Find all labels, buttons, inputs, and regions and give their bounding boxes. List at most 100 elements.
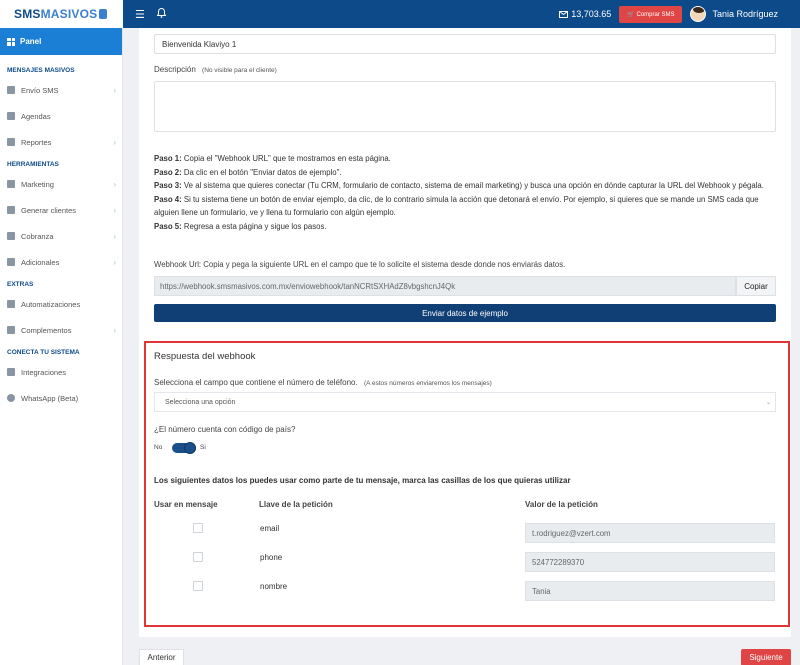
- request-value-text: 524772289370: [532, 557, 585, 567]
- sidebar-item-complementos[interactable]: Complementos ›: [0, 317, 122, 343]
- step-5: Paso 5: Regresa a esta página y sigue lo…: [154, 220, 776, 234]
- avatar[interactable]: [690, 6, 707, 22]
- top-bar: SMS MASIVOS ☰ 13,703.65 🛒 Comprar SMS Tan…: [0, 0, 800, 28]
- phone-field-label: Selecciona el campo que contiene el núme…: [154, 378, 358, 387]
- request-value-text: t.rodriguez@vzert.com: [532, 528, 611, 538]
- next-button[interactable]: Siguiente: [741, 649, 791, 665]
- bar-chart-icon: [7, 180, 15, 188]
- chevron-right-icon: ›: [113, 179, 116, 189]
- webhook-url-value: https://webhook.smsmasivos.com.mx/enviow…: [160, 281, 456, 291]
- chevron-right-icon: ›: [113, 325, 116, 335]
- use-checkbox-email[interactable]: [193, 523, 203, 533]
- section-extras: EXTRAS: [7, 280, 34, 288]
- chevron-right-icon: ›: [113, 85, 116, 95]
- previous-button[interactable]: Anterior: [139, 649, 184, 665]
- user-name[interactable]: Tania Rodríguez: [712, 9, 778, 19]
- step-text: Ve al sistema que quieres conectar (Tu C…: [181, 181, 764, 190]
- step-1: Paso 1: Copia el "Webhook URL" que te mo…: [154, 152, 776, 166]
- menu-icon[interactable]: ☰: [135, 8, 145, 21]
- sidebar-item-reportes[interactable]: Reportes ›: [0, 129, 122, 155]
- step-3: Paso 3: Ve al sistema que quieres conect…: [154, 179, 776, 193]
- section-mensajes: MENSAJES MASIVOS: [7, 66, 75, 74]
- description-note: (No visible para el cliente): [202, 67, 277, 74]
- use-checkbox-nombre[interactable]: [193, 581, 203, 591]
- sidebar-item-cobranza[interactable]: Cobranza ›: [0, 223, 122, 249]
- step-label: Paso 3:: [154, 181, 182, 190]
- phone-field-note: (A estos números enviaremos los mensajes…: [363, 380, 492, 387]
- webhook-url-input[interactable]: https://webhook.smsmasivos.com.mx/enviow…: [154, 276, 736, 296]
- section-herramientas: HERRAMIENTAS: [7, 160, 59, 168]
- description-label-row: Descripción (No visible para el cliente): [154, 65, 277, 74]
- sidebar-item-generar[interactable]: Generar clientes ›: [0, 197, 122, 223]
- sidebar-item-label: Agendas: [21, 111, 51, 121]
- name-input[interactable]: Bienvenida Klaviyo 1: [154, 34, 776, 54]
- phone-field-select[interactable]: Selecciona una opción ⌄: [154, 392, 776, 412]
- sidebar-item-automatizaciones[interactable]: Automatizaciones: [0, 291, 122, 317]
- sidebar-item-integraciones[interactable]: Integraciones: [0, 359, 122, 385]
- funnel-icon: [7, 206, 15, 214]
- sidebar-item-label: Panel: [20, 37, 42, 46]
- step-text: Regresa a esta página y sigue los pasos.: [181, 221, 327, 231]
- phone-field-label-row: Selecciona el campo que contiene el núme…: [154, 378, 492, 387]
- book-icon: [7, 112, 15, 120]
- send-sample-button[interactable]: Enviar datos de ejemplo: [154, 304, 776, 322]
- sidebar-item-label: Automatizaciones: [21, 299, 81, 309]
- column-header-value: Valor de la petición: [525, 500, 598, 509]
- whatsapp-icon: [7, 394, 15, 402]
- step-text: Copia el "Webhook URL" que te mostramos …: [181, 154, 391, 163]
- response-title: Respuesta del webhook: [154, 351, 256, 362]
- request-key: nombre: [260, 582, 288, 591]
- logo-sms-text: SMS: [14, 7, 41, 21]
- chevron-right-icon: ›: [113, 257, 116, 267]
- copy-button[interactable]: Copiar: [736, 276, 776, 296]
- sidebar-item-label: Envío SMS: [21, 85, 59, 95]
- use-checkbox-phone[interactable]: [193, 552, 203, 562]
- country-code-label: ¿El número cuenta con código de país?: [154, 425, 296, 434]
- logo[interactable]: SMS MASIVOS: [0, 0, 123, 28]
- report-icon: [7, 138, 15, 146]
- gear-icon: [7, 368, 15, 376]
- webhook-url-label: Webhook Url: Copia y pega la siguiente U…: [154, 260, 566, 269]
- toggle-yes-label: Si: [200, 444, 206, 451]
- name-input-value: Bienvenida Klaviyo 1: [162, 39, 237, 49]
- logo-masivos-text: MASIVOS: [40, 7, 98, 21]
- toggle-knob: [184, 442, 196, 454]
- webhook-response-section: Respuesta del webhook Selecciona el camp…: [144, 341, 790, 627]
- instructions: Paso 1: Copia el "Webhook URL" que te mo…: [154, 152, 776, 233]
- buy-sms-label: Comprar SMS: [636, 11, 675, 18]
- step-label: Paso 5:: [154, 221, 182, 231]
- flow-icon: [7, 300, 15, 308]
- message-icon: [7, 86, 15, 94]
- sidebar-item-whatsapp[interactable]: WhatsApp (Beta): [0, 385, 122, 411]
- sidebar-item-envio[interactable]: Envío SMS ›: [0, 77, 122, 103]
- chevron-down-icon: ⌄: [765, 399, 771, 406]
- sidebar-item-label: Integraciones: [21, 367, 67, 377]
- country-code-toggle[interactable]: [172, 442, 196, 454]
- sidebar-item-marketing[interactable]: Marketing ›: [0, 171, 122, 197]
- sidebar-item-adicionales[interactable]: Adicionales ›: [0, 249, 122, 275]
- sidebar-item-label: Generar clientes: [21, 205, 77, 215]
- money-icon: [7, 232, 15, 240]
- phone-field-select-value: Selecciona una opción: [165, 398, 236, 406]
- column-header-key: Llave de la petición: [259, 500, 333, 509]
- data-info-text: Los siguientes datos los puedes usar com…: [154, 476, 571, 485]
- step-text: Si tu sistema tiene un botón de enviar e…: [154, 194, 759, 218]
- request-value-text: Tania: [532, 586, 551, 596]
- section-conecta: CONECTA TU SISTEMA: [7, 348, 80, 356]
- request-value-email: t.rodriguez@vzert.com: [525, 523, 775, 543]
- buy-sms-button[interactable]: 🛒 Comprar SMS: [619, 5, 683, 23]
- bell-icon[interactable]: [156, 7, 167, 21]
- sidebar: Panel MENSAJES MASIVOS Envío SMS › Agenda…: [0, 28, 123, 665]
- chevron-right-icon: ›: [113, 205, 116, 215]
- sidebar-item-agendas[interactable]: Agendas: [0, 103, 122, 129]
- sidebar-item-panel[interactable]: Panel: [0, 28, 122, 55]
- request-key: email: [260, 524, 280, 533]
- envelope-icon: [559, 10, 569, 18]
- request-key: phone: [260, 553, 283, 562]
- chevron-right-icon: ›: [113, 231, 116, 241]
- description-textarea[interactable]: [154, 81, 776, 132]
- balance: 13,703.65: [559, 9, 611, 19]
- step-label: Paso 4:: [154, 194, 182, 204]
- step-text: Da clic en el botón "Enviar datos de eje…: [181, 167, 342, 177]
- sidebar-item-label: Complementos: [21, 325, 72, 335]
